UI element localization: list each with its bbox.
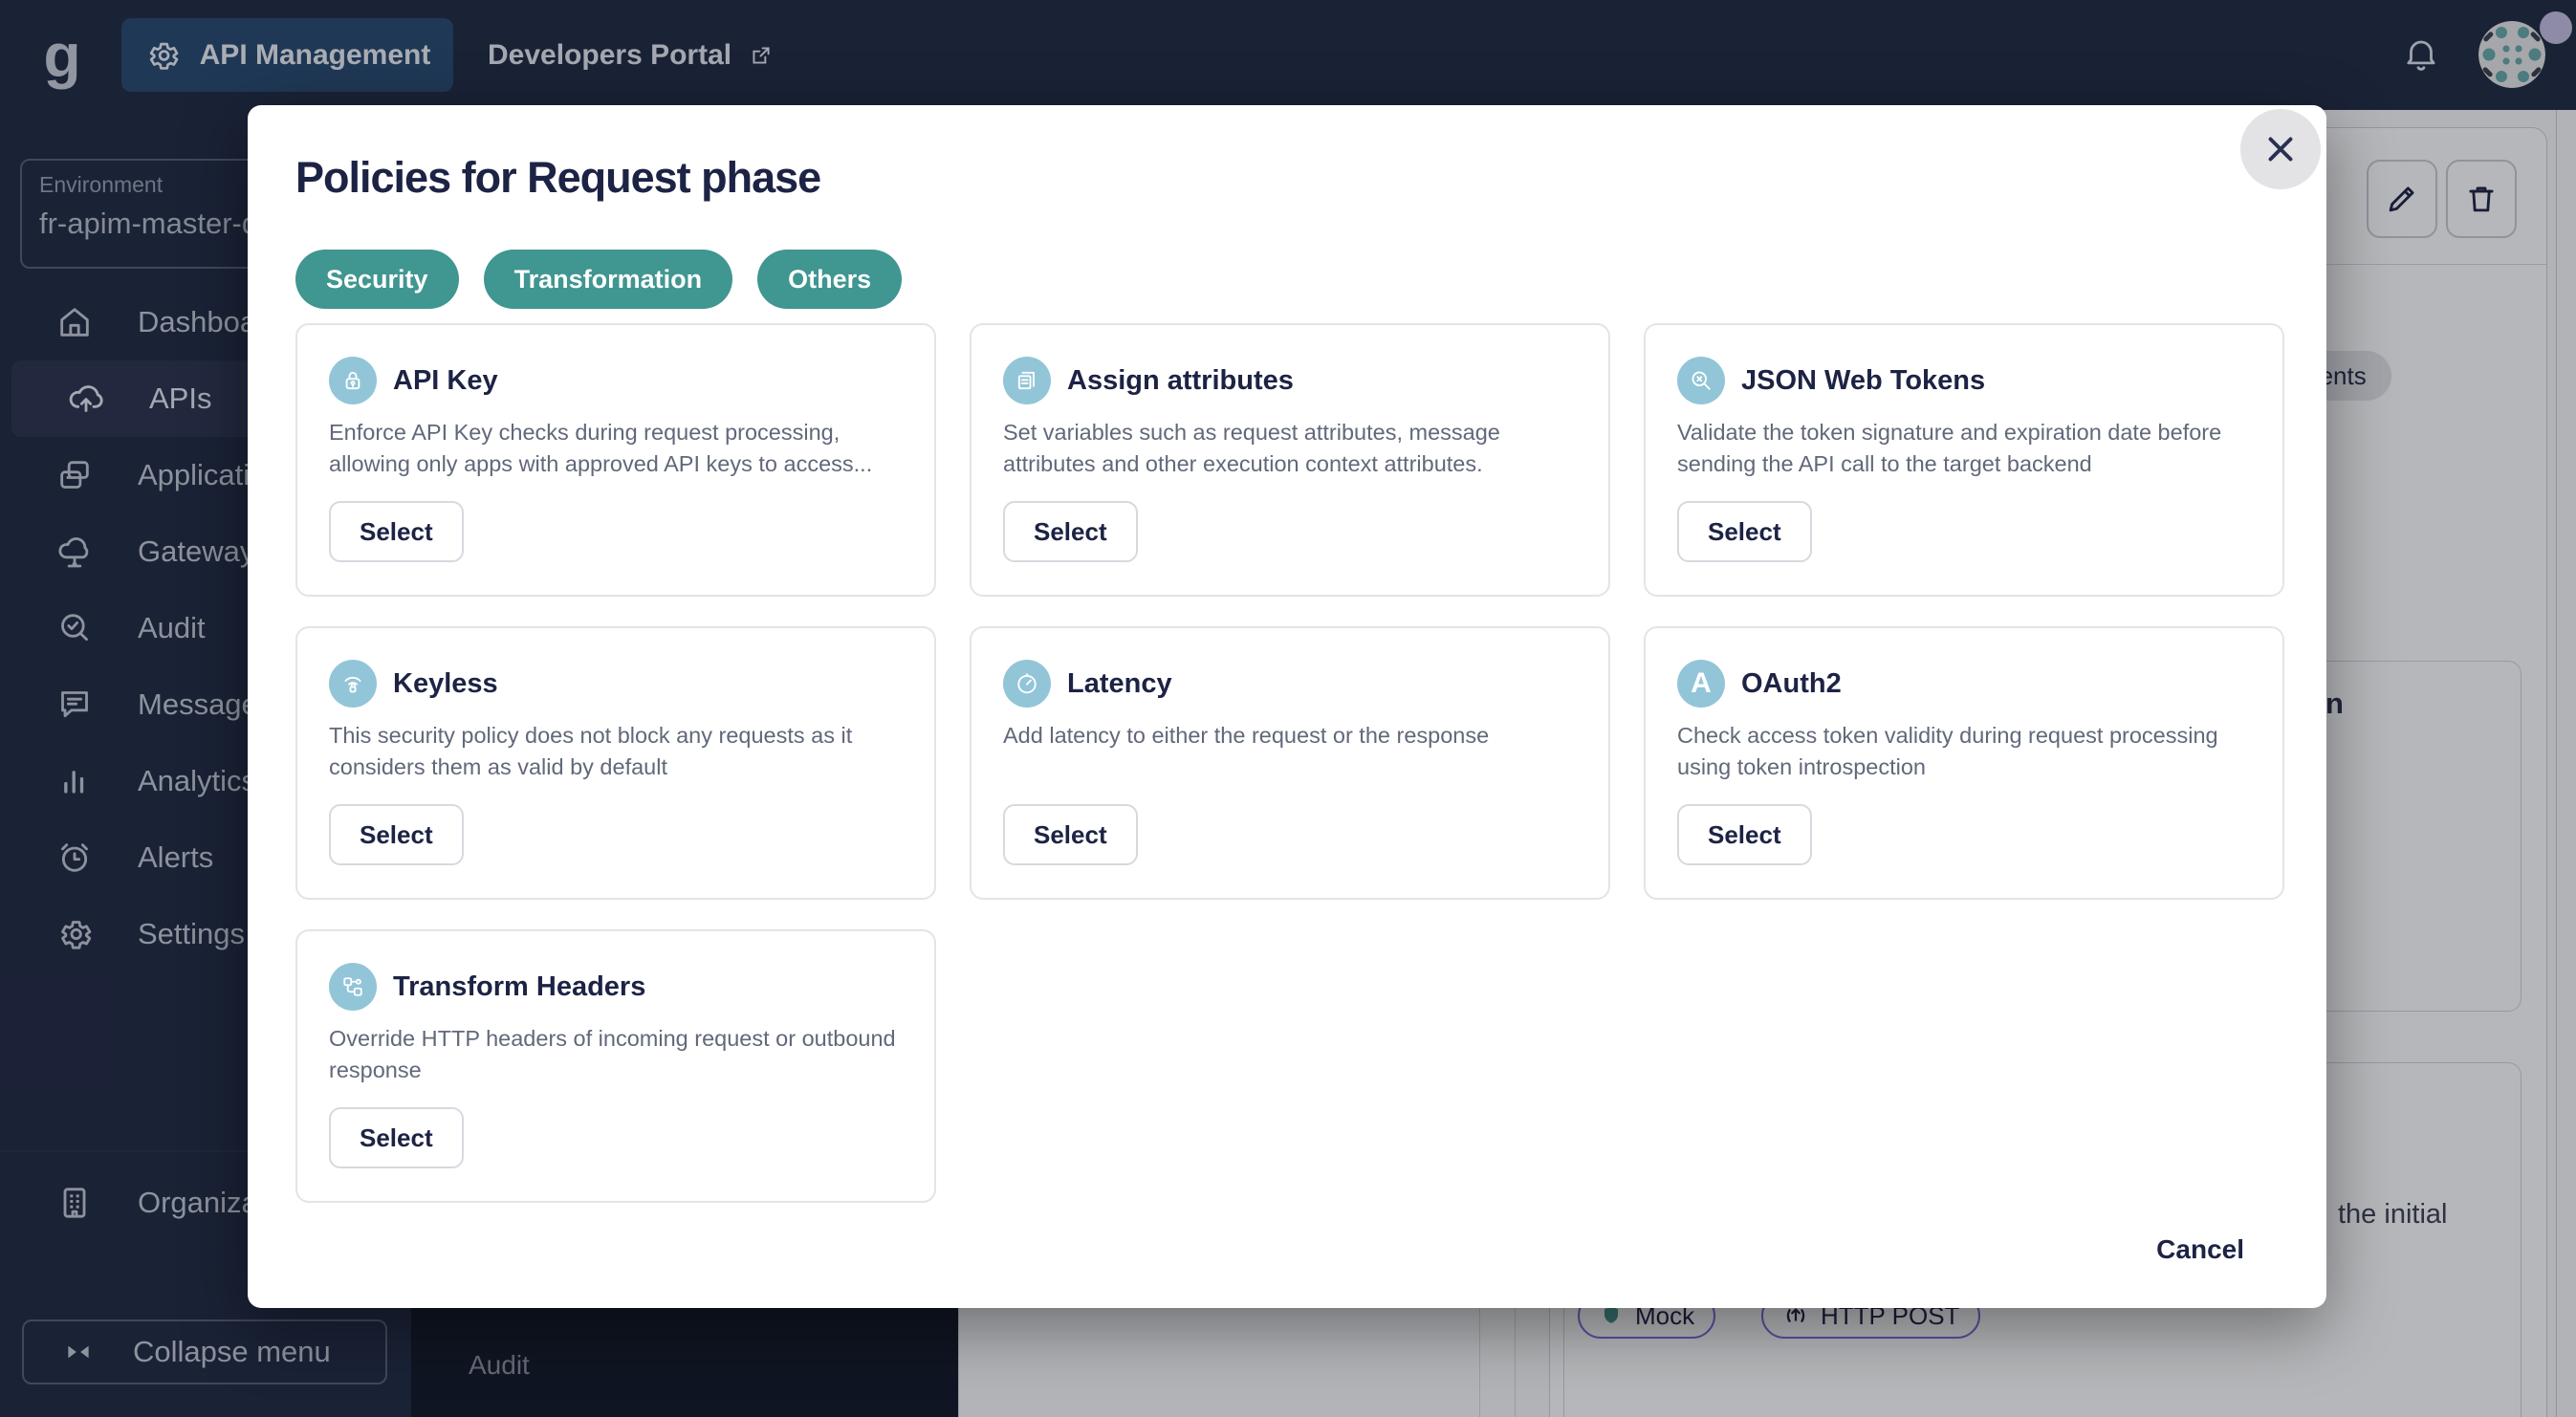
policy-title: Latency <box>1067 668 1172 699</box>
app-root: g API Management Developers Portal Envir… <box>0 0 2576 1417</box>
select-policy-button[interactable]: Select <box>329 501 464 562</box>
transform-headers-icon <box>329 963 377 1011</box>
select-policy-button[interactable]: Select <box>1003 804 1138 865</box>
policy-description: Add latency to either the request or the… <box>1003 723 1490 748</box>
select-policy-button[interactable]: Select <box>1003 501 1138 562</box>
api-key-icon <box>329 357 377 404</box>
policy-title: Assign attributes <box>1067 365 1294 396</box>
policy-card-grid: API Key Enforce API Key checks during re… <box>295 323 2284 1203</box>
jwt-icon <box>1677 357 1725 404</box>
policy-card-jwt: JSON Web Tokens Validate the token signa… <box>1644 323 2284 597</box>
policy-card-api-key: API Key Enforce API Key checks during re… <box>295 323 936 597</box>
policy-description: Validate the token signature and expirat… <box>1677 420 2222 476</box>
oauth2-icon: A <box>1677 660 1725 708</box>
policy-title: Keyless <box>393 668 498 699</box>
policy-title: Transform Headers <box>393 971 646 1002</box>
select-policy-button[interactable]: Select <box>1677 501 1812 562</box>
select-policy-button[interactable]: Select <box>1677 804 1812 865</box>
policy-description: Check access token validity during reque… <box>1677 723 2218 779</box>
policy-title: OAuth2 <box>1741 668 1842 699</box>
policy-card-oauth2: A OAuth2 Check access token validity dur… <box>1644 626 2284 900</box>
category-chip-security[interactable]: Security <box>295 250 459 309</box>
policy-title: API Key <box>393 365 498 396</box>
category-filter-row: Security Transformation Others <box>295 250 903 309</box>
policy-title: JSON Web Tokens <box>1741 365 1986 396</box>
policy-description: Override HTTP headers of incoming reques… <box>329 1026 896 1082</box>
policy-card-transform-headers: Transform Headers Override HTTP headers … <box>295 929 936 1203</box>
category-chip-others[interactable]: Others <box>757 250 903 309</box>
close-icon <box>2263 132 2298 166</box>
close-dialog-button[interactable] <box>2240 109 2321 189</box>
cancel-button[interactable]: Cancel <box>2150 1233 2250 1266</box>
assign-attributes-icon <box>1003 357 1051 404</box>
latency-icon <box>1003 660 1051 708</box>
policies-dialog: Policies for Request phase Security Tran… <box>248 105 2326 1308</box>
policy-description: Set variables such as request attributes… <box>1003 420 1500 476</box>
category-chip-transformation[interactable]: Transformation <box>483 250 733 309</box>
policy-card-keyless: Keyless This security policy does not bl… <box>295 626 936 900</box>
policy-card-assign-attributes: Assign attributes Set variables such as … <box>970 323 1610 597</box>
select-policy-button[interactable]: Select <box>329 1107 464 1168</box>
policy-description: Enforce API Key checks during request pr… <box>329 420 873 476</box>
dialog-title: Policies for Request phase <box>295 153 821 202</box>
policy-card-latency: Latency Add latency to either the reques… <box>970 626 1610 900</box>
keyless-icon <box>329 660 377 708</box>
select-policy-button[interactable]: Select <box>329 804 464 865</box>
policy-description: This security policy does not block any … <box>329 723 853 779</box>
